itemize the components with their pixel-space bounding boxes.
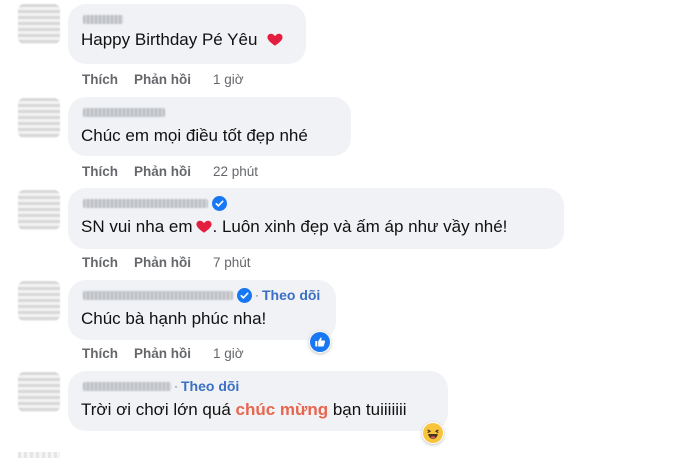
avatar[interactable]: [18, 281, 60, 321]
avatar-fragment: [18, 452, 60, 458]
follow-button[interactable]: Theo dõi: [262, 287, 320, 303]
highlighted-keyword[interactable]: chúc mừng: [236, 400, 329, 419]
timestamp[interactable]: 7 phút: [213, 255, 251, 270]
commenter-name: · Theo dõi: [81, 378, 434, 394]
reply-button[interactable]: Phản hồi: [134, 346, 191, 361]
verified-badge-icon: [237, 287, 252, 303]
comment-text: Happy Birthday Pé Yêu: [81, 29, 292, 51]
timestamp[interactable]: 1 giờ: [213, 72, 244, 87]
comment-actions: Thích Phản hồi 1 giờ: [82, 346, 244, 361]
reply-button[interactable]: Phản hồi: [134, 255, 191, 270]
like-button[interactable]: Thích: [82, 255, 118, 270]
reaction-badge[interactable]: [422, 422, 444, 444]
like-button[interactable]: Thích: [82, 164, 118, 179]
reply-button[interactable]: Phản hồi: [134, 72, 191, 87]
heart-icon: [267, 33, 283, 46]
verified-badge-icon: [212, 195, 227, 211]
comment-actions: Thích Phản hồi 7 phút: [82, 255, 251, 270]
commenter-name[interactable]: [81, 104, 337, 120]
separator-dot: ·: [255, 288, 259, 302]
reaction-badge[interactable]: [309, 331, 331, 353]
like-button[interactable]: Thích: [82, 72, 118, 87]
avatar[interactable]: [18, 4, 60, 44]
comment-text: Trời ơi chơi lớn quá chúc mừng bạn tuiii…: [81, 400, 407, 419]
comment-bubble: · Theo dõi Chúc bà hạnh phúc nha!: [68, 280, 336, 340]
timestamp[interactable]: 1 giờ: [213, 346, 244, 361]
comment-bubble: Chúc em mọi điều tốt đẹp nhé: [68, 97, 351, 156]
comment-bubble: Happy Birthday Pé Yêu: [68, 4, 306, 64]
heart-icon: [195, 220, 212, 233]
comment-bubble: · Theo dõi Trời ơi chơi lớn quá chúc mừn…: [68, 371, 448, 431]
commenter-name[interactable]: [81, 195, 550, 211]
avatar[interactable]: [18, 98, 60, 138]
comment-text: Chúc bà hạnh phúc nha!: [81, 309, 267, 328]
haha-icon: [423, 423, 443, 443]
comment-text: Chúc em mọi điều tốt đẹp nhé: [81, 126, 308, 145]
avatar[interactable]: [18, 372, 60, 412]
comment-text: SN vui nha em. Luôn xinh đẹp và ấm áp nh…: [81, 217, 508, 236]
commenter-name: · Theo dõi: [81, 287, 322, 303]
avatar[interactable]: [18, 190, 60, 230]
separator-dot: ·: [174, 379, 178, 393]
comment-bubble: SN vui nha em. Luôn xinh đẹp và ấm áp nh…: [68, 188, 564, 249]
timestamp[interactable]: 22 phút: [213, 164, 258, 179]
follow-button[interactable]: Theo dõi: [181, 378, 239, 394]
commenter-name[interactable]: [81, 11, 292, 27]
like-icon: [310, 332, 330, 352]
reply-button[interactable]: Phản hồi: [134, 164, 191, 179]
like-button[interactable]: Thích: [82, 346, 118, 361]
comment-actions: Thích Phản hồi 22 phút: [82, 164, 258, 179]
comment-actions: Thích Phản hồi 1 giờ: [82, 72, 244, 87]
